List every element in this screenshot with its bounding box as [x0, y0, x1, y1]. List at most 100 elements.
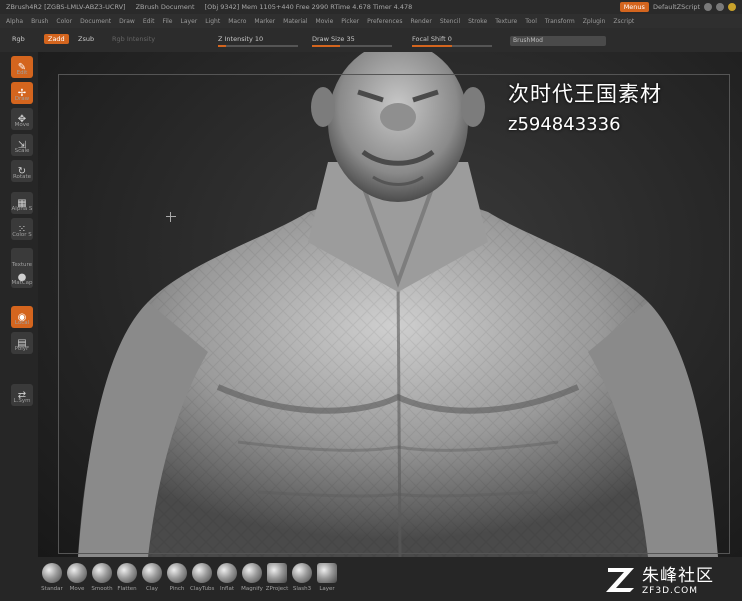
- brush-label: Magnify: [241, 586, 263, 592]
- brush-label: ZProject: [265, 586, 289, 592]
- brush-smooth[interactable]: Smooth: [90, 563, 114, 592]
- menu-stencil[interactable]: Stencil: [440, 18, 460, 25]
- menu-picker[interactable]: Picker: [341, 18, 359, 25]
- menu-draw[interactable]: Draw: [119, 18, 135, 25]
- zsub-button[interactable]: Zsub: [78, 35, 94, 43]
- menu-edit[interactable]: Edit: [143, 18, 155, 25]
- brush-flatten[interactable]: Flatten: [115, 563, 139, 592]
- zadd-button[interactable]: Zadd: [44, 34, 69, 44]
- focal-shift-track[interactable]: [412, 45, 492, 47]
- z-intensity-fill: [218, 45, 226, 47]
- brush-smooth-icon: [92, 563, 112, 583]
- brush-label: Standar: [41, 586, 63, 592]
- left-shelf: ✎ Edit ✢ Draw ✥ Move ⇲ Scale ↻ Rotate ▦ Alpha S ⁙ Col…: [0, 52, 38, 601]
- brushmod-slider[interactable]: BrushMod: [510, 36, 606, 46]
- draw-size-track[interactable]: [312, 45, 392, 47]
- menu-movie[interactable]: Movie: [316, 18, 334, 25]
- menu-file[interactable]: File: [162, 18, 172, 25]
- brush-layer[interactable]: Layer: [315, 563, 339, 592]
- draw-size-slider[interactable]: Draw Size 35: [312, 35, 355, 43]
- brush-label: Clay: [146, 586, 158, 592]
- shelf-label: Color S: [12, 232, 32, 238]
- brush-label: Move: [69, 586, 85, 592]
- brush-label: Layer: [319, 586, 335, 592]
- brush-label: Smooth: [91, 586, 113, 592]
- shelf-label: Local: [14, 320, 30, 326]
- menu-document[interactable]: Document: [80, 18, 111, 25]
- brush-layer-icon: [317, 563, 337, 583]
- brush-clay-icon: [142, 563, 162, 583]
- focal-shift-fill: [412, 45, 452, 47]
- shelf-label: L.Sym: [13, 398, 31, 404]
- menu-layer[interactable]: Layer: [181, 18, 198, 25]
- rgb-button[interactable]: Rgb: [12, 35, 25, 43]
- brush-zproject[interactable]: ZProject: [265, 563, 289, 592]
- z-intensity-slider[interactable]: Z Intensity 10: [218, 35, 263, 43]
- menu-color[interactable]: Color: [56, 18, 72, 25]
- menus-toggle-button[interactable]: Menus: [619, 2, 649, 12]
- stats-readout: [Obj 9342] Mem 1105+440 Free 2990 RTime …: [204, 3, 413, 11]
- brush-claytubs-icon: [192, 563, 212, 583]
- brush-slash3-icon: [292, 563, 312, 583]
- document-title: ZBrush Document: [135, 3, 195, 11]
- title-bar: ZBrush4R2 [ZGBS-LMLV-ABZ3-UCRV] ZBrush D…: [0, 0, 742, 14]
- menu-stroke[interactable]: Stroke: [468, 18, 487, 25]
- shelf-label: Rotate: [12, 174, 31, 180]
- brush-cursor-icon: [166, 212, 176, 222]
- menu-macro[interactable]: Macro: [228, 18, 246, 25]
- shelf-label: Draw: [14, 96, 30, 102]
- brush-label: Inflat: [219, 586, 235, 592]
- menu-zscript[interactable]: Zscript: [613, 18, 634, 25]
- top-toolbar: Rgb Zadd Zsub Rgb Intensity Z Intensity …: [0, 28, 742, 52]
- maximize-icon[interactable]: [716, 3, 724, 11]
- document-frame: [58, 74, 730, 554]
- draw-size-fill: [312, 45, 340, 47]
- focal-shift-slider[interactable]: Focal Shift 0: [412, 35, 452, 43]
- watermark-id: z594843336: [508, 114, 621, 135]
- rgb-intensity-slider[interactable]: Rgb Intensity: [112, 35, 155, 43]
- minimize-icon[interactable]: [704, 3, 712, 11]
- shelf-label: Alpha S: [11, 206, 33, 212]
- menu-zplugin[interactable]: Zplugin: [583, 18, 606, 25]
- shelf-label: MatCap: [11, 280, 33, 286]
- menu-texture[interactable]: Texture: [495, 18, 517, 25]
- brush-clay[interactable]: Clay: [140, 563, 164, 592]
- menu-bar: Alpha Brush Color Document Draw Edit File Layer…: [0, 14, 742, 28]
- brush-inflat-icon: [217, 563, 237, 583]
- brush-slash3[interactable]: Slash3: [290, 563, 314, 592]
- menu-marker[interactable]: Marker: [254, 18, 275, 25]
- close-icon[interactable]: [728, 3, 736, 11]
- zf3d-logo-icon: [606, 567, 634, 592]
- z-intensity-track[interactable]: [218, 45, 298, 47]
- shelf-label: Scale: [14, 148, 30, 154]
- brush-flatten-icon: [117, 563, 137, 583]
- menu-preferences[interactable]: Preferences: [367, 18, 402, 25]
- menu-brush[interactable]: Brush: [31, 18, 48, 25]
- brush-pinch[interactable]: Pinch: [165, 563, 189, 592]
- brush-inflat[interactable]: Inflat: [215, 563, 239, 592]
- brush-magnify[interactable]: Magnify: [240, 563, 264, 592]
- default-zscript-button[interactable]: DefaultZScript: [653, 3, 700, 11]
- brush-claytubs[interactable]: ClayTubs: [190, 563, 214, 592]
- shelf-label: Move: [14, 122, 30, 128]
- watermark-title: 次时代王国素材: [508, 82, 662, 106]
- menu-alpha[interactable]: Alpha: [6, 18, 23, 25]
- brush-move[interactable]: Move: [65, 563, 89, 592]
- brush-standar[interactable]: Standar: [40, 563, 64, 592]
- shelf-label: PolyF: [14, 346, 30, 352]
- app-title: ZBrush4R2 [ZGBS-LMLV-ABZ3-UCRV]: [6, 3, 126, 11]
- brush-label: Pinch: [169, 586, 185, 592]
- brush-label: Slash3: [292, 586, 312, 592]
- watermark: 次时代王国素材 z594843336: [508, 78, 662, 135]
- menu-material[interactable]: Material: [283, 18, 307, 25]
- brush-move-icon: [67, 563, 87, 583]
- brush-standar-icon: [42, 563, 62, 583]
- logo-text-en: ZF3D.COM: [642, 586, 698, 596]
- logo-text-cn: 朱峰社区: [642, 566, 714, 586]
- menu-transform[interactable]: Transform: [545, 18, 575, 25]
- brush-pinch-icon: [167, 563, 187, 583]
- menu-tool[interactable]: Tool: [525, 18, 537, 25]
- menu-render[interactable]: Render: [410, 18, 431, 25]
- menu-light[interactable]: Light: [205, 18, 220, 25]
- shelf-label: Edit: [16, 70, 28, 76]
